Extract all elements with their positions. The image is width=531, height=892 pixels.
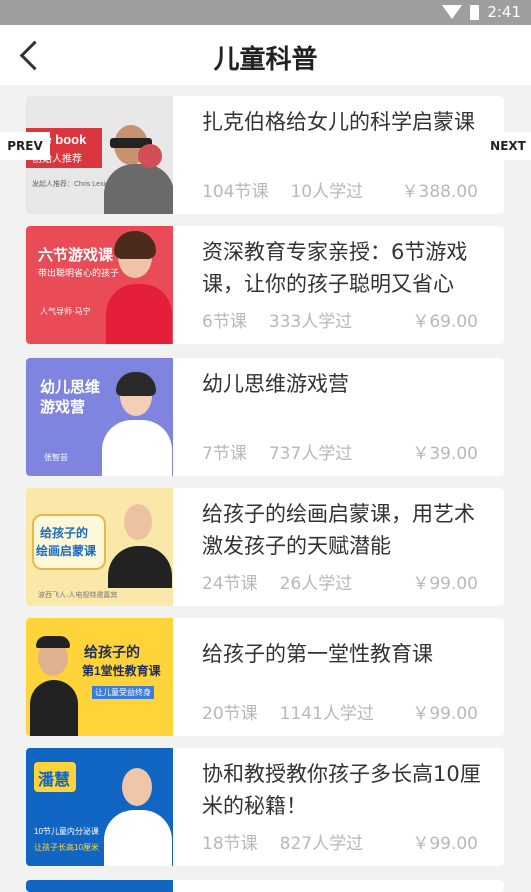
course-thumbnail-5: 给孩子的 第1堂性教育课 让儿童受益终身 xyxy=(26,618,173,736)
prev-button[interactable]: PREV xyxy=(0,132,50,160)
course-title-2[interactable]: 资深教育专家亲授：6节游戏课，让你的孩子聪明又省心 xyxy=(202,236,484,300)
course-meta-2: 6节课 333人学过 xyxy=(202,312,353,332)
course-meta-6: 18节课 827人学过 xyxy=(202,834,364,854)
course-card-7-partial[interactable] xyxy=(26,880,504,892)
course-thumbnail-3: 幼儿思维 游戏营 张智芸 xyxy=(26,358,173,476)
course-price-2: ￥69.00 xyxy=(412,312,478,332)
course-price-4: ￥99.00 xyxy=(412,574,478,594)
course-card-1[interactable]: ace book 创始人推荐 发起人推荐：Chris Lexie 扎克伯格给女儿… xyxy=(26,96,504,214)
next-button[interactable]: NEXT xyxy=(485,132,531,160)
status-bar: 2:41 xyxy=(0,0,531,25)
course-title-3[interactable]: 幼儿思维游戏营 xyxy=(202,368,484,400)
course-thumbnail-6: 潘慧 10节儿童内分泌课 让孩子长高10厘米 xyxy=(26,748,173,866)
course-title-4[interactable]: 给孩子的绘画启蒙课，用艺术激发孩子的天赋潜能 xyxy=(202,498,484,562)
battery-icon xyxy=(470,4,480,20)
status-time: 2:41 xyxy=(487,3,521,21)
course-card-2[interactable]: 六节游戏课 带出聪明省心的孩子 人气导师·马宁 资深教育专家亲授：6节游戏课，让… xyxy=(26,226,504,344)
course-meta-3: 7节课 737人学过 xyxy=(202,444,353,464)
course-card-6[interactable]: 潘慧 10节儿童内分泌课 让孩子长高10厘米 协和教授教你孩子多长高10厘米的秘… xyxy=(26,748,504,866)
course-price-6: ￥99.00 xyxy=(412,834,478,854)
course-card-4[interactable]: 给孩子的 绘画启蒙课 波西飞人·人电视特邀嘉宾 给孩子的绘画启蒙课，用艺术激发孩… xyxy=(26,488,504,606)
course-thumbnail-2: 六节游戏课 带出聪明省心的孩子 人气导师·马宁 xyxy=(26,226,173,344)
course-meta-4: 24节课 26人学过 xyxy=(202,574,353,594)
course-card-5[interactable]: 给孩子的 第1堂性教育课 让儿童受益终身 给孩子的第一堂性教育课 20节课 114… xyxy=(26,618,504,736)
course-card-3[interactable]: 幼儿思维 游戏营 张智芸 幼儿思维游戏营 7节课 737人学过 ￥39.00 xyxy=(26,358,504,476)
course-price-3: ￥39.00 xyxy=(412,444,478,464)
course-meta-1: 104节课 10人学过 xyxy=(202,182,364,202)
course-price-1: ￥388.00 xyxy=(401,182,478,202)
page-title: 儿童科普 xyxy=(213,45,318,75)
course-title-1[interactable]: 扎克伯格给女儿的科学启蒙课 xyxy=(202,106,484,138)
course-title-5[interactable]: 给孩子的第一堂性教育课 xyxy=(202,638,484,670)
wifi-icon xyxy=(442,5,463,19)
course-thumbnail-4: 给孩子的 绘画启蒙课 波西飞人·人电视特邀嘉宾 xyxy=(26,488,173,606)
app-header: 儿童科普 xyxy=(0,25,531,85)
course-meta-5: 20节课 1141人学过 xyxy=(202,704,374,724)
course-title-6[interactable]: 协和教授教你孩子多长高10厘米的秘籍！ xyxy=(202,758,484,822)
course-price-5: ￥99.00 xyxy=(412,704,478,724)
